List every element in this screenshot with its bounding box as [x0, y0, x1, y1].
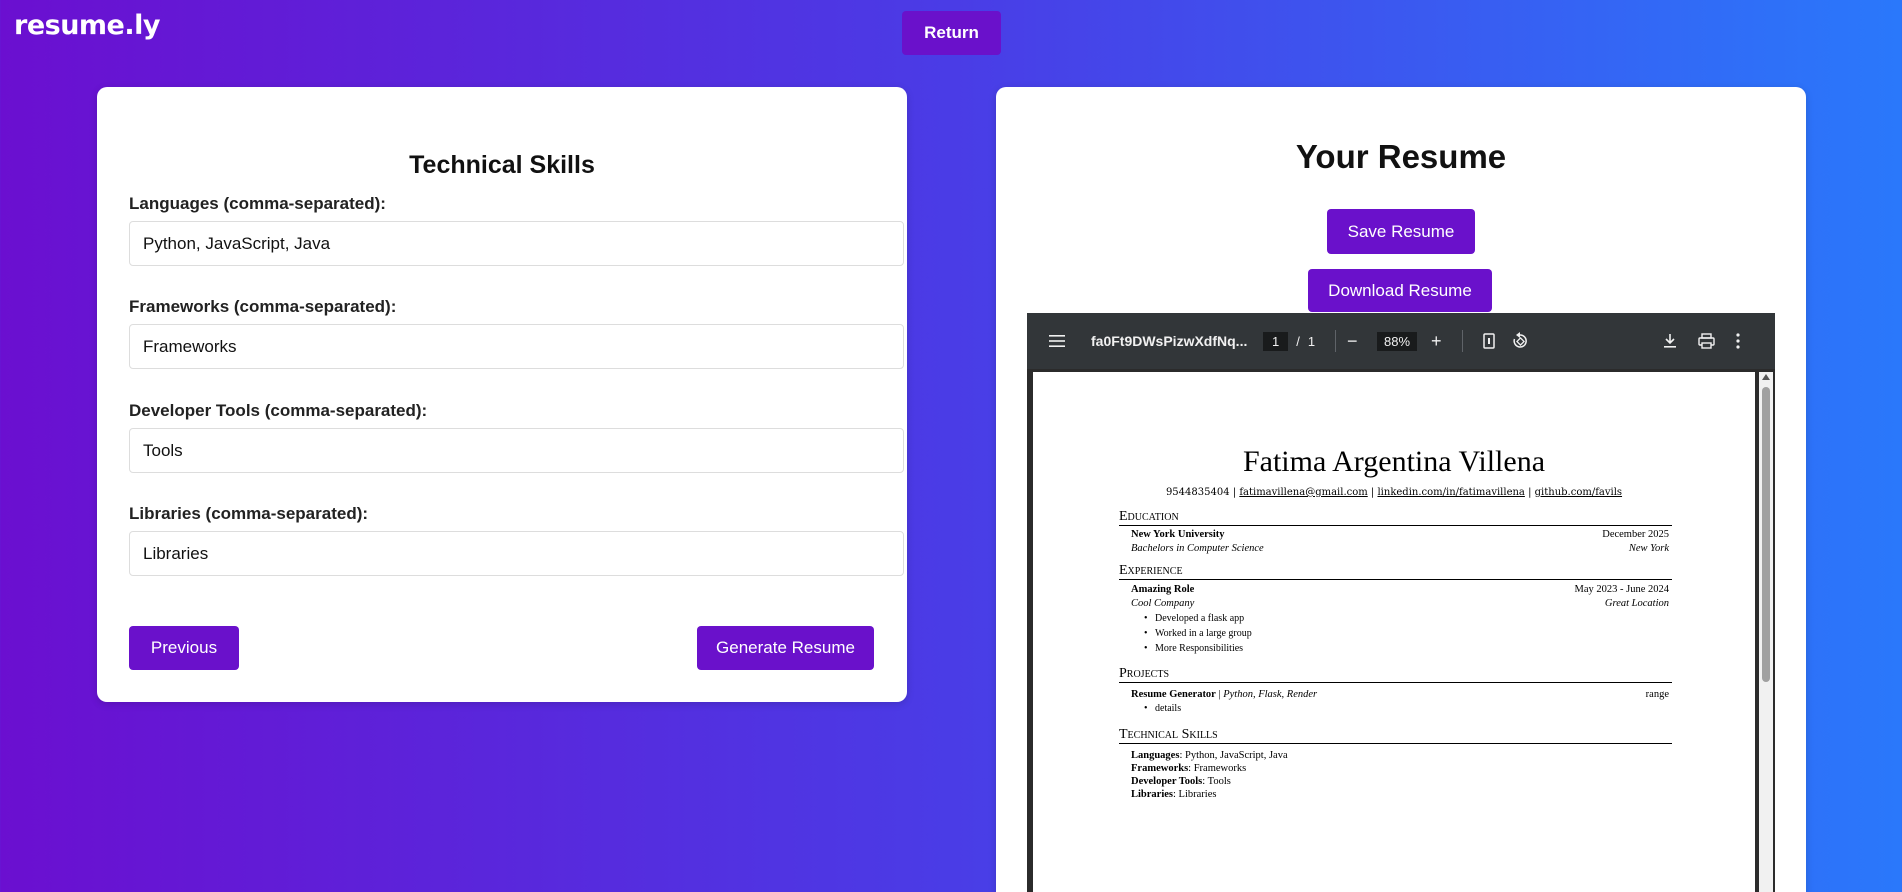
contact-separator: | — [1528, 487, 1532, 498]
rotate-icon[interactable] — [1511, 313, 1529, 369]
project-tech: Python, Flask, Render — [1223, 689, 1318, 700]
libraries-label: Libraries (comma-separated): — [129, 504, 369, 523]
skill-label: Languages — [1131, 750, 1180, 761]
experience-role: Amazing Role — [1131, 584, 1195, 595]
experience-bullet: Worked in a large group — [1144, 628, 1252, 639]
skills-heading: Technical Skills — [1119, 727, 1672, 744]
zoom-out-button[interactable]: − — [1347, 313, 1358, 369]
skill-value: : Libraries — [1173, 789, 1217, 800]
skill-libraries: Libraries: Libraries — [1131, 789, 1216, 800]
return-button[interactable]: Return — [902, 11, 1001, 55]
contact-github[interactable]: github.com/favils — [1535, 487, 1622, 498]
pdf-page-area: Fatima Argentina Villena 9544835404 | fa… — [1027, 369, 1775, 892]
more-vert-icon[interactable] — [1736, 313, 1740, 369]
pdf-viewer: fa0Ft9DWsPizwXdfNq... 1 / 1 − 88% + Fati… — [1027, 313, 1775, 892]
project-bullet: details — [1144, 703, 1181, 714]
menu-icon[interactable] — [1049, 313, 1065, 369]
languages-input[interactable] — [129, 221, 904, 266]
skill-languages: Languages: Python, JavaScript, Java — [1131, 750, 1288, 761]
education-row: New York University December 2025 — [1131, 529, 1669, 540]
skill-label: Frameworks — [1131, 763, 1189, 774]
education-school: New York University — [1131, 529, 1225, 540]
experience-location: Great Location — [1604, 598, 1669, 609]
resume-contact: 9544835404 | fatimavillena@gmail.com | l… — [1033, 487, 1755, 498]
projects-heading: Projects — [1119, 666, 1672, 683]
previous-button[interactable]: Previous — [129, 626, 239, 670]
preview-title: Your Resume — [1295, 138, 1507, 175]
pdf-scrollbar[interactable] — [1759, 372, 1773, 892]
zoom-in-button[interactable]: + — [1431, 313, 1442, 369]
contact-separator: | — [1232, 487, 1237, 498]
download-resume-button[interactable]: Download Resume — [1308, 269, 1492, 312]
experience-company: Cool Company — [1131, 598, 1195, 609]
page-number-input[interactable]: 1 — [1263, 331, 1289, 351]
skill-frameworks: Frameworks: Frameworks — [1131, 763, 1246, 774]
languages-label: Languages (comma-separated): — [129, 194, 386, 213]
project-name: Resume Generator — [1131, 689, 1216, 700]
developer-tools-input[interactable] — [129, 428, 904, 473]
education-date: December 2025 — [1602, 529, 1669, 540]
skill-value: : Python, JavaScript, Java — [1179, 750, 1288, 761]
generate-resume-button[interactable]: Generate Resume — [697, 626, 874, 670]
download-icon[interactable] — [1663, 313, 1677, 369]
frameworks-input[interactable] — [129, 324, 904, 369]
fit-page-icon[interactable] — [1483, 313, 1495, 369]
contact-separator: | — [1370, 487, 1375, 498]
resume-preview-card: Your Resume Save Resume Download Resume … — [996, 87, 1806, 892]
developer-tools-label: Developer Tools (comma-separated): — [129, 401, 428, 420]
experience-detail-row: Cool Company Great Location — [1131, 598, 1669, 609]
experience-bullet: More Responsibilities — [1144, 643, 1243, 654]
education-location: New York — [1628, 543, 1669, 554]
pdf-toolbar: fa0Ft9DWsPizwXdfNq... 1 / 1 − 88% + — [1027, 313, 1775, 369]
print-icon[interactable] — [1698, 313, 1715, 369]
skill-value: : Frameworks — [1188, 763, 1247, 774]
form-title: Technical Skills — [409, 151, 595, 179]
page-separator: / — [1296, 333, 1300, 349]
project-row: Resume Generator | Python, Flask, Render… — [1131, 689, 1669, 700]
contact-phone: 9544835404 — [1165, 487, 1230, 498]
libraries-input[interactable] — [129, 531, 904, 576]
toolbar-divider — [1335, 330, 1336, 352]
toolbar-divider — [1462, 330, 1463, 352]
skill-label: Developer Tools — [1131, 776, 1203, 787]
experience-row: Amazing Role May 2023 - June 2024 — [1131, 584, 1669, 595]
skill-developer-tools: Developer Tools: Tools — [1131, 776, 1231, 787]
contact-linkedin[interactable]: linkedin.com/in/fatimavillena — [1377, 487, 1524, 498]
pdf-filename: fa0Ft9DWsPizwXdfNq... — [1091, 333, 1248, 349]
skill-label: Libraries — [1131, 789, 1173, 800]
project-range: range — [1645, 689, 1669, 700]
experience-heading: Experience — [1119, 563, 1672, 580]
experience-bullet: Developed a flask app — [1144, 613, 1244, 624]
scrollbar-thumb[interactable] — [1762, 387, 1770, 682]
skill-value: : Tools — [1202, 776, 1231, 787]
education-detail-row: Bachelors in Computer Science New York — [1131, 543, 1669, 554]
total-pages: 1 — [1307, 333, 1316, 349]
project-separator: | — [1218, 689, 1221, 700]
scroll-up-arrow-icon[interactable] — [1762, 374, 1770, 380]
experience-dates: May 2023 - June 2024 — [1574, 584, 1670, 595]
education-heading: Education — [1119, 509, 1672, 526]
zoom-level[interactable]: 88% — [1377, 331, 1418, 351]
save-resume-button[interactable]: Save Resume — [1327, 209, 1475, 254]
education-degree: Bachelors in Computer Science — [1131, 543, 1264, 554]
app-logo[interactable]: resume.ly — [14, 10, 160, 41]
frameworks-label: Frameworks (comma-separated): — [129, 297, 397, 316]
resume-page: Fatima Argentina Villena 9544835404 | fa… — [1033, 372, 1755, 892]
contact-email[interactable]: fatimavillena@gmail.com — [1239, 487, 1367, 498]
skills-form-card: Technical Skills Languages (comma-separa… — [97, 87, 907, 702]
resume-name: Fatima Argentina Villena — [1242, 445, 1546, 478]
